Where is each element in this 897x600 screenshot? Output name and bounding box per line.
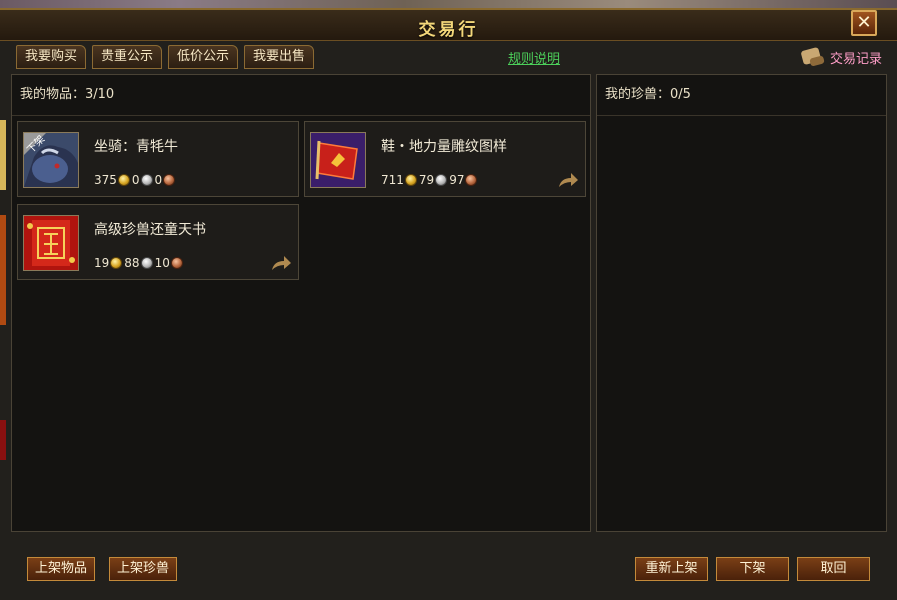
silver-coin-icon xyxy=(140,174,153,186)
share-arrow-icon[interactable] xyxy=(270,255,292,271)
scroll-icon xyxy=(800,45,826,69)
side-decoration xyxy=(0,120,6,190)
yak-mount-icon: 下架 xyxy=(23,132,79,188)
copper-amount: 10 xyxy=(154,256,170,270)
tab-bar: 我要购买 贵重公示 低价公示 我要出售 xyxy=(16,45,315,69)
list-pet-button[interactable]: 上架珍兽 xyxy=(109,557,178,581)
item-name: 高级珍兽还童天书 xyxy=(94,222,206,238)
silver-amount: 0 xyxy=(131,173,140,187)
item-slot[interactable]: 下架 坐骑：青牦牛 375 0 0 xyxy=(17,121,299,197)
tab-buy[interactable]: 我要购买 xyxy=(16,45,87,69)
silver-coin-icon xyxy=(435,174,448,186)
trade-log-label: 交易记录 xyxy=(829,51,882,67)
tab-sell[interactable]: 我要出售 xyxy=(244,45,315,69)
gold-coin-icon xyxy=(117,174,130,186)
red-book-icon xyxy=(23,215,79,271)
gold-amount: 711 xyxy=(381,173,404,187)
rules-link[interactable]: 规则说明 xyxy=(508,48,560,67)
copper-amount: 97 xyxy=(449,173,465,187)
title-bar: 交易行 xyxy=(0,10,897,41)
silver-amount: 79 xyxy=(418,173,435,187)
side-decoration xyxy=(0,420,6,460)
item-price: 375 0 0 xyxy=(94,173,177,187)
silver-amount: 88 xyxy=(124,256,140,270)
window-title: 交易行 xyxy=(418,20,479,40)
my-pets-header: 我的珍兽：0/5 xyxy=(597,75,886,116)
item-name: 鞋・地力量雕纹图样 xyxy=(381,139,507,155)
list-item-button[interactable]: 上架物品 xyxy=(27,557,96,581)
close-button[interactable]: ✕ xyxy=(851,10,877,36)
item-slot[interactable]: 高级珍兽还童天书 19 88 10 xyxy=(17,204,299,280)
silver-coin-icon xyxy=(140,257,153,269)
my-pets-panel: 我的珍兽：0/5 xyxy=(596,74,887,532)
item-slot[interactable]: 鞋・地力量雕纹图样 711 79 97 xyxy=(304,121,586,197)
copper-coin-icon xyxy=(170,257,183,269)
red-banner-scroll-icon xyxy=(310,132,366,188)
tab-lowprice-announce[interactable]: 低价公示 xyxy=(168,45,239,69)
trade-log-button[interactable]: 交易记录 xyxy=(800,44,882,70)
item-name: 坐骑：青牦牛 xyxy=(94,139,178,155)
item-price: 19 88 10 xyxy=(94,256,185,270)
side-decoration xyxy=(0,215,6,325)
copper-amount: 0 xyxy=(154,173,163,187)
delist-button[interactable]: 下架 xyxy=(716,557,789,581)
tab-valuable-announce[interactable]: 贵重公示 xyxy=(92,45,163,69)
gold-coin-icon xyxy=(404,174,417,186)
copper-coin-icon xyxy=(465,174,478,186)
gold-amount: 19 xyxy=(94,256,110,270)
share-arrow-icon[interactable] xyxy=(557,172,579,188)
item-price: 711 79 97 xyxy=(381,173,479,187)
gold-amount: 375 xyxy=(94,173,117,187)
gold-coin-icon xyxy=(110,257,123,269)
relist-button[interactable]: 重新上架 xyxy=(635,557,708,581)
my-items-panel: 我的物品：3/10 下架 坐骑：青牦牛 375 0 0 鞋・地力量雕纹图样 71… xyxy=(11,74,591,532)
my-items-header: 我的物品：3/10 xyxy=(12,75,590,116)
cancel-button[interactable]: 取回 xyxy=(797,557,870,581)
copper-coin-icon xyxy=(163,174,176,186)
